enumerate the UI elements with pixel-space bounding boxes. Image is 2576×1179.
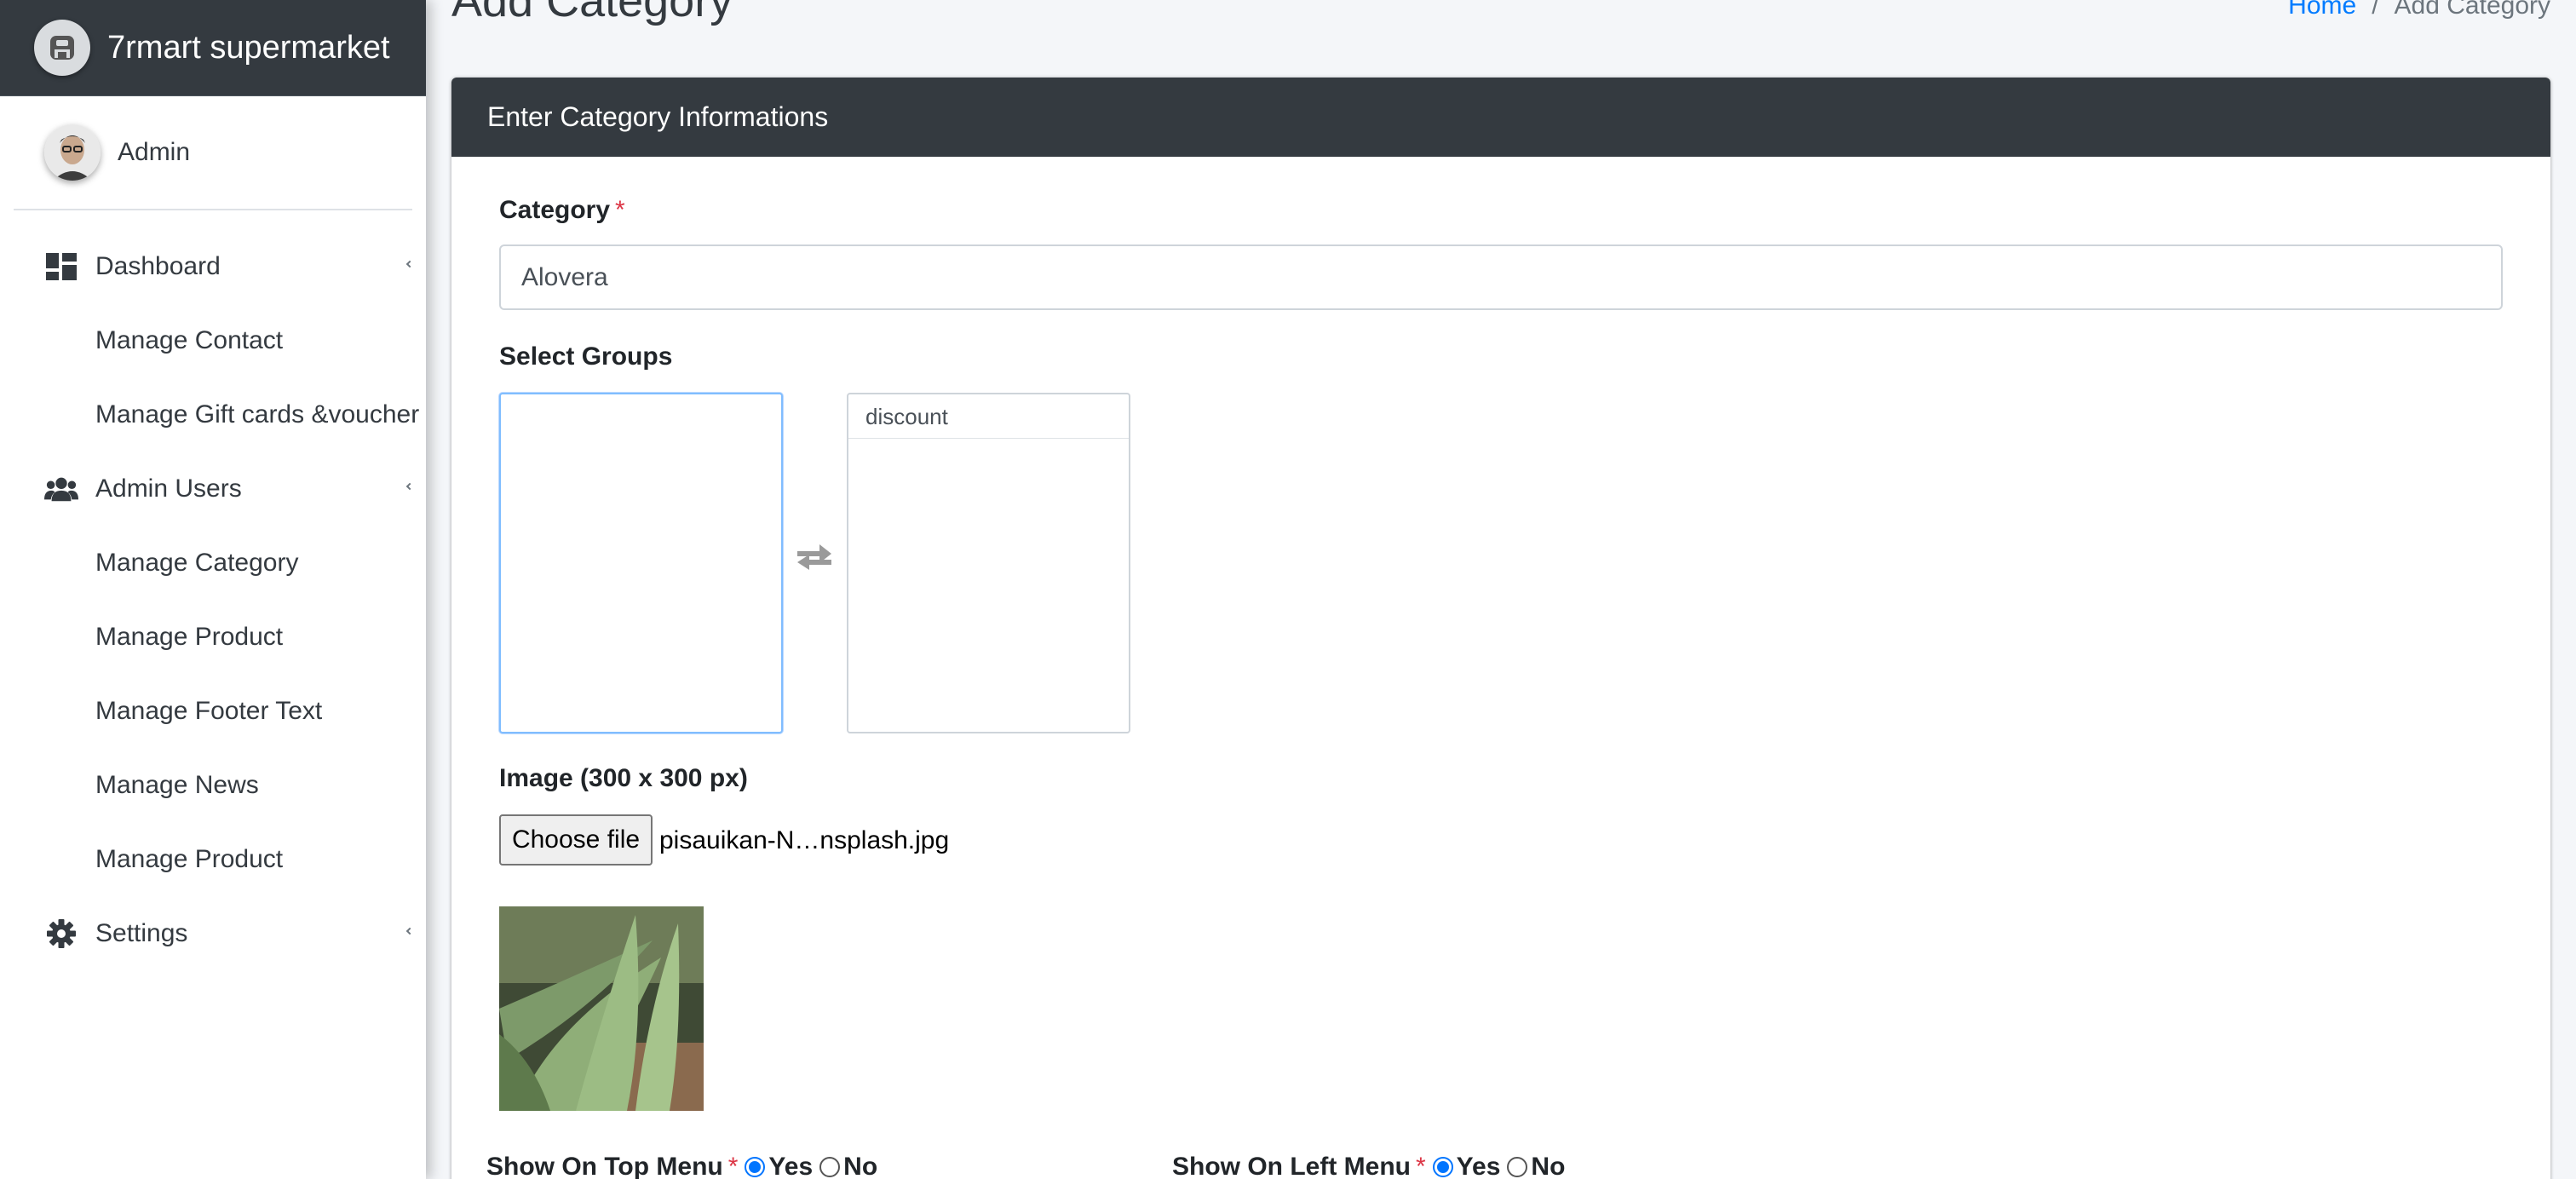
sidebar-item-label: Manage Product bbox=[95, 844, 284, 873]
page-title: Add Category bbox=[451, 0, 733, 26]
shop-logo-icon bbox=[34, 20, 90, 76]
sidebar-item-settings[interactable]: Settings bbox=[0, 896, 426, 970]
top-menu-yes-label[interactable]: Yes bbox=[768, 1153, 813, 1179]
left-menu-yes-radio[interactable] bbox=[1432, 1157, 1453, 1177]
top-menu-yes-radio[interactable] bbox=[745, 1157, 766, 1177]
available-groups-listbox[interactable]: discount bbox=[847, 393, 1130, 733]
sidebar-item-manage-category[interactable]: Manage Category bbox=[0, 526, 426, 600]
select-groups-label: Select Groups bbox=[499, 342, 673, 371]
top-menu-no-radio[interactable] bbox=[819, 1157, 841, 1177]
required-mark: * bbox=[615, 196, 625, 224]
content-header: Add Category Home / Add Category bbox=[451, 0, 2550, 68]
breadcrumb-current: Add Category bbox=[2394, 0, 2550, 20]
choose-file-button[interactable]: Choose file bbox=[499, 814, 653, 866]
group-option-discount[interactable]: discount bbox=[848, 394, 1129, 439]
sidebar-item-label: Dashboard bbox=[95, 251, 221, 280]
brand-name: 7rmart supermarket bbox=[107, 29, 390, 66]
selected-groups-listbox[interactable] bbox=[499, 393, 783, 733]
sidebar-item-dashboard[interactable]: Dashboard bbox=[0, 229, 426, 303]
sidebar-item-manage-product-2[interactable]: Manage Product bbox=[0, 822, 426, 896]
top-menu-no-label[interactable]: No bbox=[843, 1153, 877, 1179]
sidebar-item-label: Manage Product bbox=[95, 622, 284, 651]
image-label: Image (300 x 300 px) bbox=[499, 764, 748, 792]
sidebar-item-label: Manage Footer Text bbox=[95, 696, 323, 725]
selected-file-name: pisauikan-N…nsplash.jpg bbox=[659, 826, 950, 854]
avatar bbox=[44, 124, 101, 181]
left-menu-yes-label[interactable]: Yes bbox=[1457, 1153, 1501, 1179]
sidebar-nav: Dashboard Manage Contact Manage Gift car… bbox=[0, 210, 426, 970]
top-menu-label: Show On Top Menu bbox=[486, 1153, 723, 1179]
chevron-left-icon bbox=[405, 260, 414, 268]
dashboard-icon bbox=[44, 250, 78, 284]
user-name: Admin bbox=[118, 138, 191, 166]
brand-link[interactable]: 7rmart supermarket bbox=[0, 0, 426, 96]
top-menu-radio-group: Show On Top Menu * Yes No bbox=[486, 1153, 877, 1179]
sidebar-item-manage-product[interactable]: Manage Product bbox=[0, 600, 426, 674]
breadcrumb-separator: / bbox=[2372, 0, 2379, 20]
sidebar-item-label: Manage Contact bbox=[95, 325, 284, 354]
swap-arrows-icon[interactable] bbox=[794, 540, 835, 574]
sidebar-item-admin-users[interactable]: Admin Users bbox=[0, 451, 426, 526]
chevron-left-icon bbox=[405, 927, 414, 935]
image-preview bbox=[499, 906, 704, 1111]
left-menu-label: Show On Left Menu bbox=[1172, 1153, 1411, 1179]
sidebar-item-label: Manage Category bbox=[95, 548, 299, 577]
breadcrumb: Home / Add Category bbox=[2288, 0, 2550, 20]
category-input[interactable] bbox=[499, 244, 2503, 310]
card-title: Enter Category Informations bbox=[451, 78, 2550, 157]
sidebar-item-manage-gift-cards[interactable]: Manage Gift cards &voucher bbox=[0, 377, 426, 451]
sidebar: 7rmart supermarket Admin Dashboard Manag… bbox=[0, 0, 426, 1179]
required-mark: * bbox=[1415, 1153, 1426, 1179]
category-form-card: Enter Category Informations Category* Se… bbox=[451, 78, 2550, 1179]
gear-icon bbox=[44, 917, 78, 951]
left-menu-no-radio[interactable] bbox=[1507, 1157, 1528, 1177]
sidebar-item-manage-footer-text[interactable]: Manage Footer Text bbox=[0, 674, 426, 748]
sidebar-item-label: Manage News bbox=[95, 770, 259, 799]
chevron-left-icon bbox=[405, 482, 414, 491]
sidebar-item-manage-contact[interactable]: Manage Contact bbox=[0, 303, 426, 377]
breadcrumb-home-link[interactable]: Home bbox=[2288, 0, 2356, 20]
required-mark: * bbox=[727, 1153, 739, 1179]
sidebar-item-manage-news[interactable]: Manage News bbox=[0, 748, 426, 822]
sidebar-item-label: Settings bbox=[95, 918, 188, 947]
user-panel[interactable]: Admin bbox=[14, 96, 412, 210]
sidebar-item-label: Manage Gift cards &voucher bbox=[95, 400, 420, 428]
sidebar-item-label: Admin Users bbox=[95, 474, 242, 503]
users-icon bbox=[44, 472, 78, 506]
left-menu-no-label[interactable]: No bbox=[1531, 1153, 1565, 1179]
category-label-text: Category bbox=[499, 196, 611, 224]
left-menu-radio-group: Show On Left Menu * Yes No bbox=[1172, 1153, 1565, 1179]
category-label: Category * bbox=[499, 196, 625, 225]
